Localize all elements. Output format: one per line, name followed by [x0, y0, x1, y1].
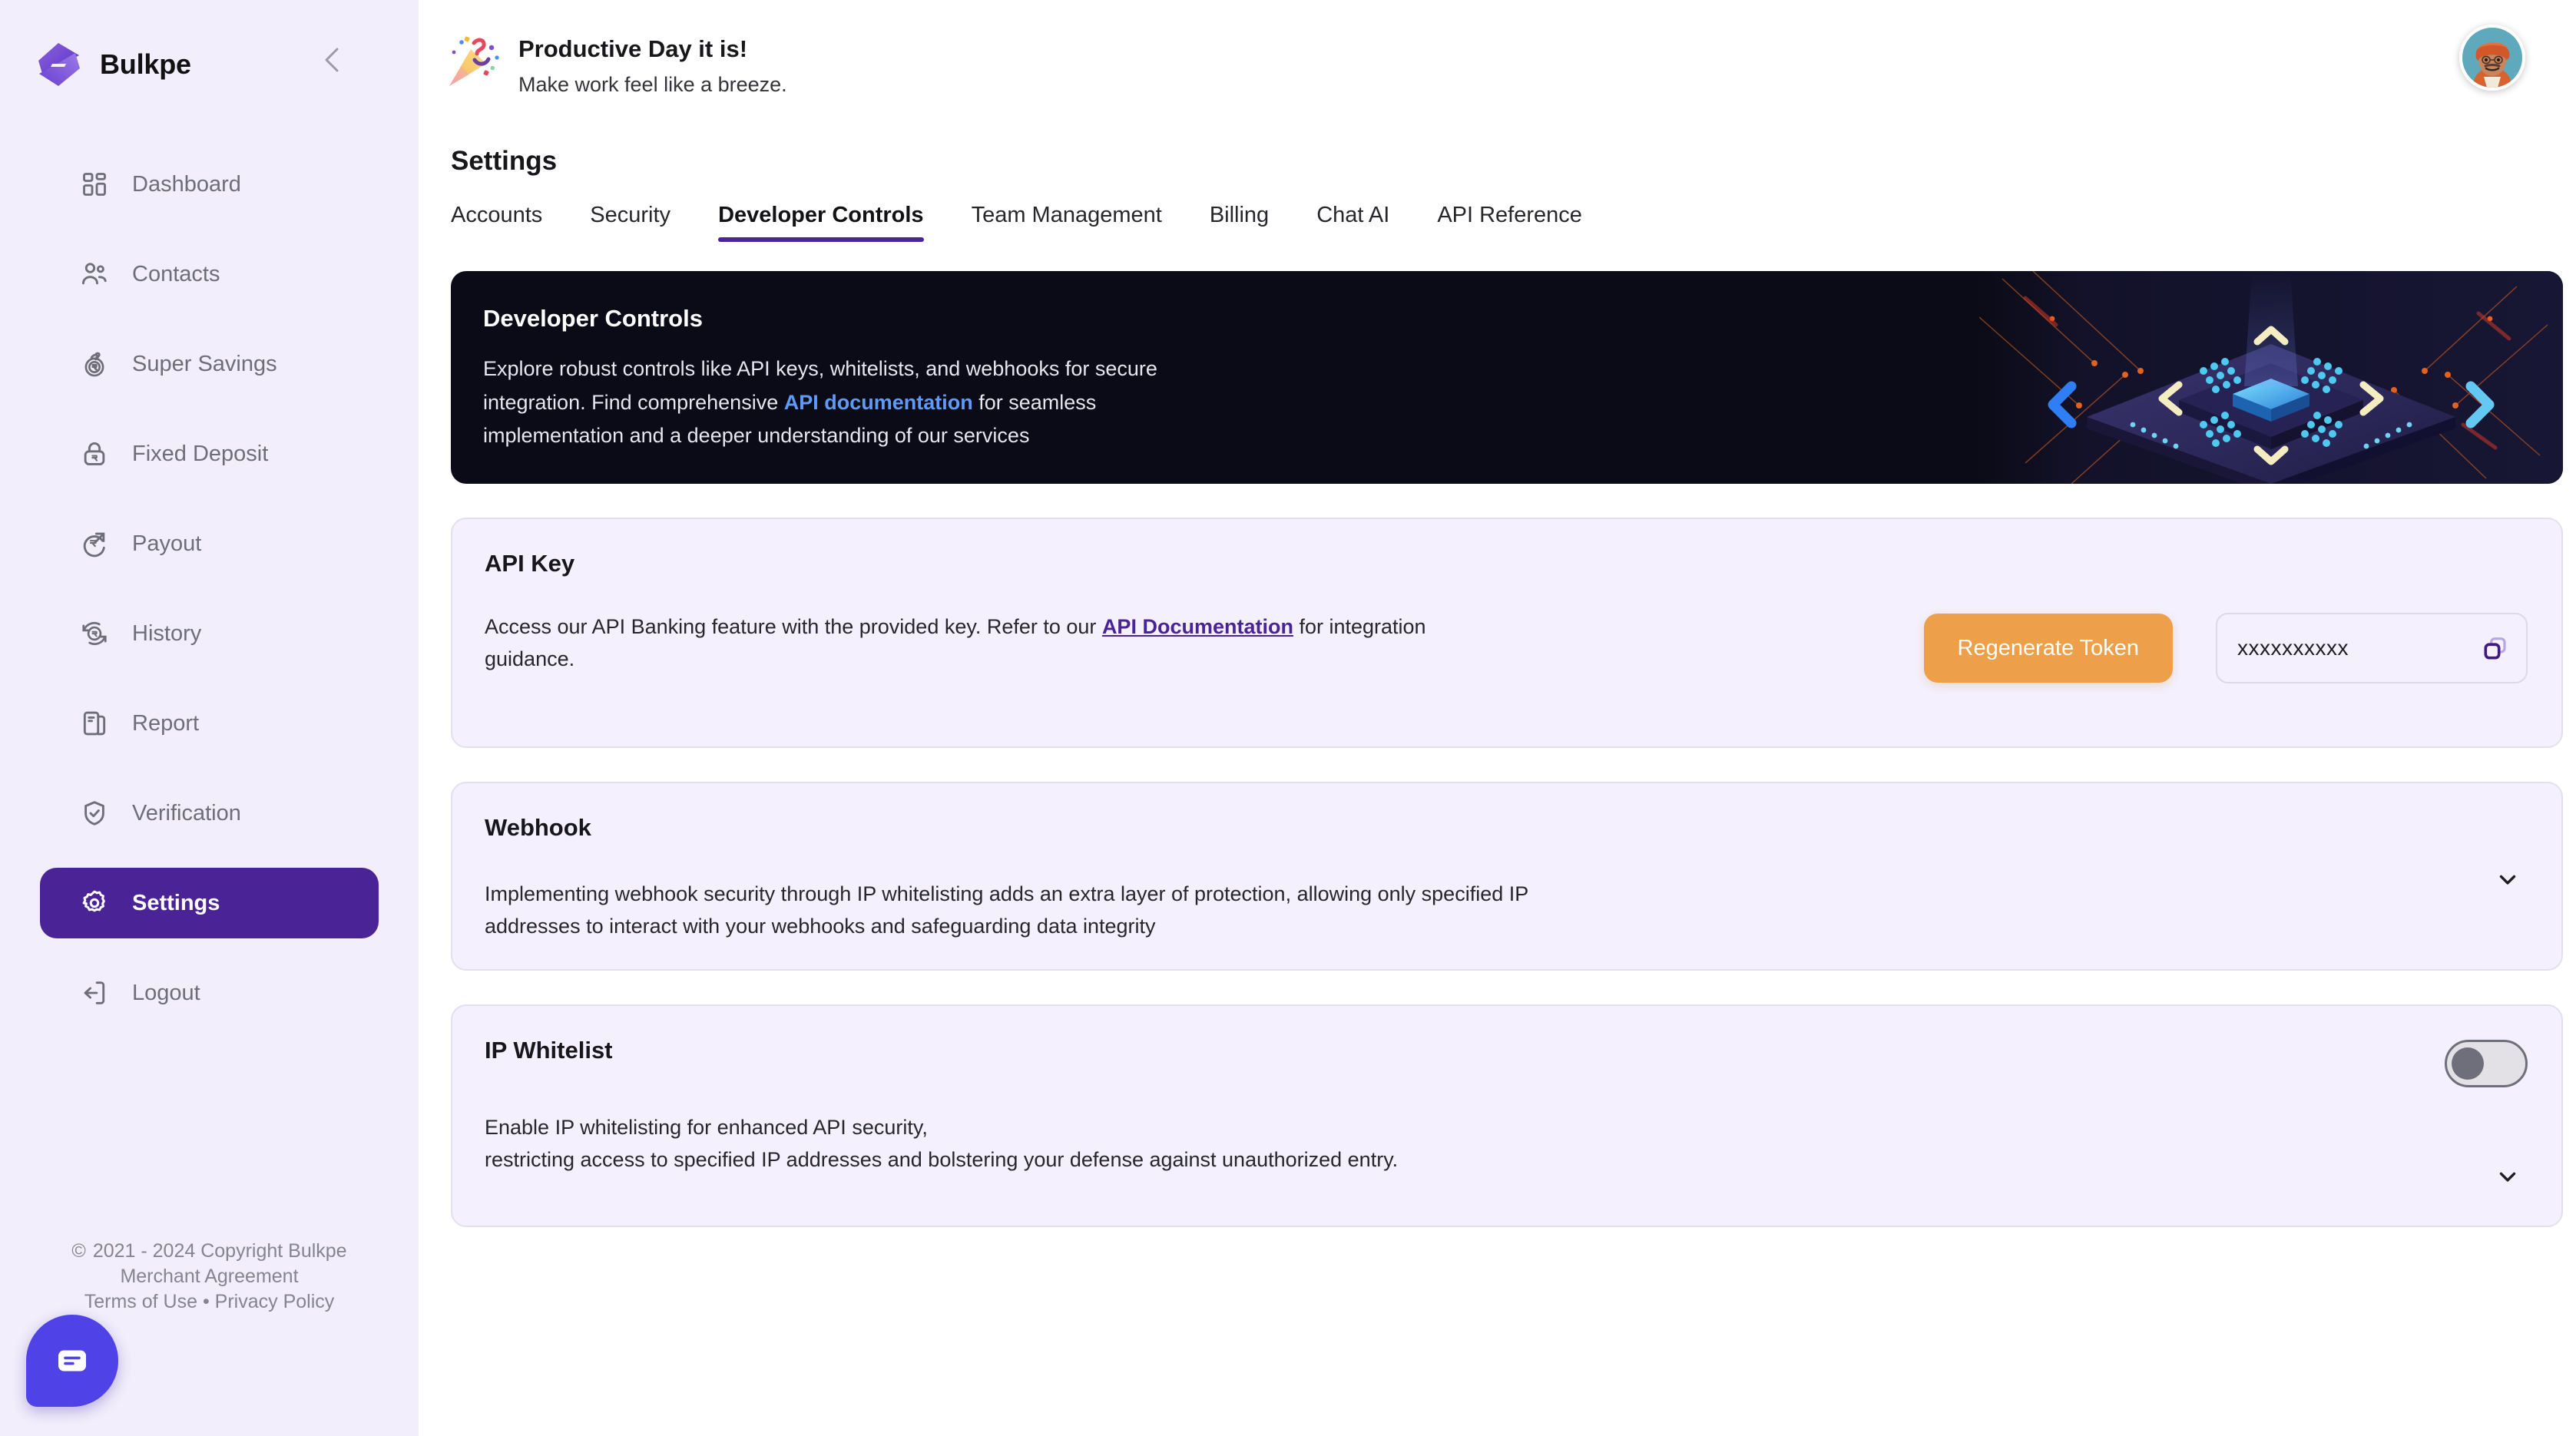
ip-whitelist-description: Enable IP whitelisting for enhanced API … — [485, 1112, 1560, 1176]
tab-billing[interactable]: Billing — [1210, 203, 1269, 242]
page-greeting-subtitle: Make work feel like a breeze. — [518, 73, 787, 96]
chevron-left-icon[interactable] — [317, 45, 348, 75]
brand-row: Bulkpe — [0, 0, 419, 92]
merchant-agreement-link[interactable]: Merchant Agreement — [0, 1264, 419, 1289]
page-title: Settings — [451, 146, 558, 176]
shield-check-icon — [78, 797, 111, 829]
sidebar-item-history[interactable]: History — [40, 598, 379, 669]
lock-rupee-icon — [78, 438, 111, 470]
tab-team-management[interactable]: Team Management — [972, 203, 1162, 242]
banner-description: Explore robust controls like API keys, w… — [483, 352, 1219, 453]
greeting-block: Productive Day it is! Make work feel lik… — [518, 29, 787, 97]
sidebar-item-label: Payout — [132, 531, 202, 556]
tab-chat-ai[interactable]: Chat AI — [1316, 203, 1389, 242]
sidebar-item-label: Super Savings — [132, 351, 277, 376]
ip-whitelist-toggle[interactable] — [2445, 1040, 2528, 1087]
grid-icon — [78, 168, 111, 200]
terms-of-use-link[interactable]: Terms of Use — [84, 1291, 197, 1312]
sidebar-item-label: History — [132, 620, 202, 646]
users-icon — [78, 258, 111, 290]
toggle-knob — [2452, 1047, 2484, 1080]
api-key-description: Access our API Banking feature with the … — [485, 611, 1452, 675]
ip-whitelist-card: IP Whitelist Enable IP whitelisting for … — [451, 1004, 2563, 1227]
gear-icon — [78, 887, 111, 919]
top-header: Productive Day it is! Make work feel lik… — [419, 0, 2576, 123]
logout-icon — [78, 977, 111, 1009]
settings-tabs: Accounts Security Developer Controls Tea… — [419, 203, 2576, 242]
sidebar-item-contacts[interactable]: Contacts — [40, 239, 379, 309]
webhook-description: Implementing webhook security through IP… — [485, 882, 1528, 938]
tab-api-reference[interactable]: API Reference — [1437, 203, 1582, 242]
copyright-icon: © — [71, 1240, 86, 1262]
sidebar-item-settings[interactable]: Settings — [40, 868, 379, 938]
api-key-actions: Regenerate Token — [1923, 613, 2528, 683]
tab-accounts[interactable]: Accounts — [451, 203, 542, 242]
ip-whitelist-title: IP Whitelist — [485, 1037, 613, 1064]
payout-arrow-icon — [78, 528, 111, 560]
api-key-desc-before: Access our API Banking feature with the … — [485, 615, 1102, 638]
sidebar-item-label: Logout — [132, 980, 200, 1005]
sidebar-item-verification[interactable]: Verification — [40, 778, 379, 849]
sidebar-item-label: Dashboard — [132, 171, 241, 197]
developer-controls-banner: Developer Controls Explore robust contro… — [451, 271, 2563, 484]
sidebar-item-super-savings[interactable]: Super Savings — [40, 329, 379, 399]
tab-developer-controls[interactable]: Developer Controls — [718, 203, 924, 242]
api-documentation-link[interactable]: API documentation — [784, 391, 973, 414]
legal-separator: • — [202, 1291, 210, 1312]
sidebar-item-label: Fixed Deposit — [132, 441, 269, 466]
copyright-text: 2021 - 2024 Copyright Bulkpe — [92, 1240, 347, 1262]
regenerate-token-button[interactable]: Regenerate Token — [1923, 614, 2173, 683]
copyright-line: © 2021 - 2024 Copyright Bulkpe — [0, 1239, 419, 1264]
sidebar-item-label: Contacts — [132, 261, 220, 286]
legal-links: Terms of Use • Privacy Policy — [0, 1289, 419, 1315]
sidebar-item-logout[interactable]: Logout — [40, 958, 379, 1028]
sidebar-footer: © 2021 - 2024 Copyright Bulkpe Merchant … — [0, 1239, 419, 1315]
sidebar-item-fixed-deposit[interactable]: Fixed Deposit — [40, 419, 379, 489]
bulkpe-logo-icon — [35, 41, 83, 88]
sidebar-item-label: Settings — [132, 890, 220, 915]
api-key-title: API Key — [485, 550, 575, 577]
copy-icon[interactable] — [2480, 634, 2509, 663]
sidebar-nav: Dashboard Contacts Super Savings Fixed D… — [0, 149, 419, 1047]
history-icon — [78, 617, 111, 650]
settings-header: Settings — [419, 146, 2576, 177]
api-documentation-link[interactable]: API Documentation — [1102, 615, 1293, 638]
tab-security[interactable]: Security — [590, 203, 670, 242]
sidebar-item-payout[interactable]: Payout — [40, 508, 379, 579]
savings-bag-icon — [78, 348, 111, 380]
isometric-chip-illustration — [1978, 271, 2563, 484]
app-root: Bulkpe Dashboard Contacts Super Savings … — [0, 0, 2576, 1436]
banner-title: Developer Controls — [483, 305, 703, 332]
sidebar-item-label: Verification — [132, 800, 241, 826]
brand-name: Bulkpe — [100, 48, 191, 80]
api-key-input[interactable] — [2237, 636, 2480, 660]
main-content: Productive Day it is! Make work feel lik… — [419, 0, 2576, 1436]
ip-whitelist-desc-line1: Enable IP whitelisting for enhanced API … — [485, 1116, 928, 1139]
sidebar-item-label: Report — [132, 710, 200, 736]
banner-text-block: Developer Controls Explore robust contro… — [451, 271, 1219, 453]
sidebar-item-dashboard[interactable]: Dashboard — [40, 149, 379, 220]
chat-bubble-icon[interactable] — [26, 1315, 118, 1407]
privacy-policy-link[interactable]: Privacy Policy — [215, 1291, 335, 1312]
sidebar: Bulkpe Dashboard Contacts Super Savings … — [0, 0, 419, 1436]
report-doc-icon — [78, 707, 111, 740]
chevron-down-icon[interactable] — [2491, 1160, 2525, 1193]
webhook-card: Webhook Implementing webhook security th… — [451, 782, 2563, 971]
party-popper-icon — [443, 32, 503, 92]
chevron-down-icon[interactable] — [2491, 862, 2525, 896]
webhook-title: Webhook — [485, 814, 591, 841]
sidebar-item-report[interactable]: Report — [40, 688, 379, 759]
page-greeting-title: Productive Day it is! — [518, 35, 748, 62]
api-key-field[interactable] — [2216, 613, 2528, 683]
user-avatar[interactable] — [2459, 25, 2525, 91]
api-key-card: API Key Access our API Banking feature w… — [451, 518, 2563, 748]
ip-whitelist-desc-line2: restricting access to specified IP addre… — [485, 1147, 1399, 1171]
